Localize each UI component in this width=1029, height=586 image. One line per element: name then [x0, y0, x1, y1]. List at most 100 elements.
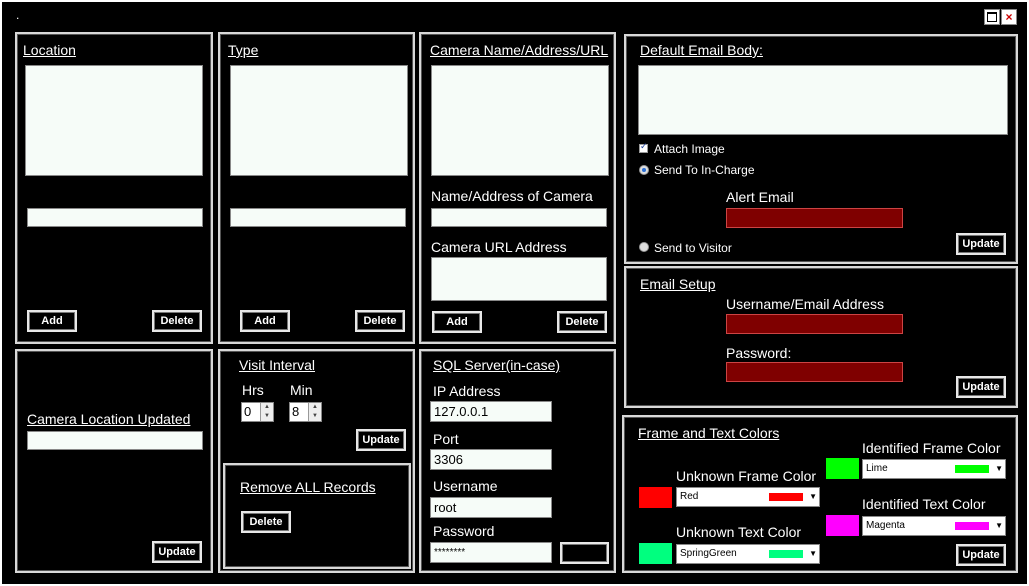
- min-stepper[interactable]: 8 ▲ ▼: [289, 402, 322, 422]
- visit-interval-panel: Visit Interval Hrs Min 0 ▲ ▼ 8 ▲ ▼ Updat…: [218, 349, 415, 573]
- sql-username-input[interactable]: root: [430, 497, 552, 518]
- email-password-input[interactable]: [726, 362, 903, 382]
- unknown-text-label: Unknown Text Color: [676, 524, 802, 540]
- send-visitor-label: Send to Visitor: [654, 241, 732, 255]
- unknown-frame-swatch: [639, 487, 672, 508]
- email-body-textarea[interactable]: [638, 65, 1008, 135]
- chevron-down-icon[interactable]: ▼: [809, 545, 817, 563]
- attach-image-checkbox[interactable]: ✓: [639, 141, 648, 153]
- ip-input[interactable]: 127.0.0.1: [430, 401, 552, 422]
- unknown-text-select[interactable]: SpringGreen ▼: [676, 544, 820, 564]
- camera-location-update-button[interactable]: Update: [152, 541, 202, 563]
- hrs-down-icon[interactable]: ▼: [260, 412, 273, 421]
- port-input[interactable]: 3306: [430, 449, 552, 470]
- send-visitor-radio[interactable]: [639, 242, 649, 252]
- alert-email-label: Alert Email: [726, 189, 794, 205]
- type-input[interactable]: [230, 208, 406, 227]
- chevron-down-icon[interactable]: ▼: [809, 488, 817, 506]
- remove-records-title: Remove ALL Records: [240, 479, 376, 495]
- location-add-button[interactable]: Add: [27, 310, 77, 332]
- email-setup-update-button[interactable]: Update: [956, 376, 1006, 398]
- camera-name-input[interactable]: [431, 208, 607, 227]
- email-body-panel: Default Email Body: ✓ Attach Image Send …: [624, 34, 1018, 264]
- identified-frame-select[interactable]: Lime ▼: [862, 459, 1006, 479]
- type-panel: Type Add Delete: [218, 32, 415, 344]
- sql-password-label: Password: [433, 523, 495, 539]
- unknown-frame-value: Red: [680, 491, 699, 502]
- type-delete-button[interactable]: Delete: [355, 310, 405, 332]
- unknown-text-swatch: [639, 543, 672, 564]
- location-input[interactable]: [27, 208, 203, 227]
- visit-interval-title: Visit Interval: [239, 357, 315, 373]
- identified-text-label: Identified Text Color: [862, 496, 986, 512]
- type-list[interactable]: [230, 65, 408, 176]
- min-up-icon[interactable]: ▲: [308, 403, 321, 412]
- identified-text-select[interactable]: Magenta ▼: [862, 516, 1006, 536]
- location-panel: Location Add Delete: [15, 32, 213, 344]
- alert-email-input[interactable]: [726, 208, 903, 228]
- sql-title: SQL Server(in-case): [433, 357, 561, 373]
- camera-url-input[interactable]: [431, 257, 607, 301]
- main-window: . × Location Add Delete Type Add Delete …: [0, 0, 1029, 586]
- identified-text-value: Magenta: [866, 520, 905, 531]
- camera-add-button[interactable]: Add: [432, 311, 482, 333]
- sql-panel: SQL Server(in-case) IP Address 127.0.0.1…: [419, 349, 616, 573]
- identified-frame-label: Identified Frame Color: [862, 440, 1001, 456]
- attach-image-label: Attach Image: [654, 142, 725, 156]
- window-restore-icon[interactable]: [984, 9, 1000, 25]
- type-add-button[interactable]: Add: [240, 310, 290, 332]
- email-setup-title: Email Setup: [640, 276, 716, 292]
- min-value: 8: [292, 404, 300, 419]
- location-title: Location: [23, 42, 76, 58]
- remove-records-delete-button[interactable]: Delete: [241, 511, 291, 533]
- sql-password-input[interactable]: ********: [430, 542, 552, 563]
- colors-panel: Frame and Text Colors Unknown Frame Colo…: [622, 415, 1018, 573]
- min-down-icon[interactable]: ▼: [308, 412, 321, 421]
- hrs-value: 0: [244, 404, 252, 419]
- sql-username-label: Username: [433, 478, 498, 494]
- hrs-stepper[interactable]: 0 ▲ ▼: [241, 402, 274, 422]
- colors-title: Frame and Text Colors: [638, 425, 780, 441]
- email-username-input[interactable]: [726, 314, 903, 334]
- camera-location-panel: Camera Location Updated Update: [15, 349, 213, 573]
- visit-interval-update-button[interactable]: Update: [356, 429, 406, 451]
- colors-update-button[interactable]: Update: [956, 544, 1006, 566]
- hrs-label: Hrs: [242, 382, 264, 398]
- camera-location-input[interactable]: [27, 431, 203, 450]
- ip-label: IP Address: [433, 383, 501, 399]
- type-title: Type: [228, 42, 259, 58]
- send-incharge-label: Send To In-Charge: [654, 163, 755, 177]
- identified-text-chip: [955, 522, 989, 530]
- camera-name-label: Name/Address of Camera: [431, 188, 593, 204]
- email-body-title: Default Email Body:: [640, 42, 763, 58]
- unknown-frame-select[interactable]: Red ▼: [676, 487, 820, 507]
- camera-panel: Camera Name/Address/URL Name/Address of …: [419, 32, 616, 344]
- identified-text-swatch: [826, 515, 859, 536]
- camera-url-label: Camera URL Address: [431, 239, 567, 255]
- chevron-down-icon[interactable]: ▼: [995, 460, 1003, 478]
- send-incharge-radio[interactable]: [639, 165, 649, 175]
- unknown-text-value: SpringGreen: [680, 548, 737, 559]
- camera-delete-button[interactable]: Delete: [557, 311, 607, 333]
- unknown-frame-label: Unknown Frame Color: [676, 468, 817, 484]
- hrs-up-icon[interactable]: ▲: [260, 403, 273, 412]
- email-body-update-button[interactable]: Update: [956, 233, 1006, 255]
- port-label: Port: [433, 431, 459, 447]
- sql-save-button[interactable]: [560, 542, 609, 564]
- camera-list[interactable]: [431, 65, 609, 176]
- checkmark-icon: ✓: [640, 141, 648, 151]
- identified-frame-chip: [955, 465, 989, 473]
- remove-records-panel: Remove ALL Records Delete: [223, 463, 411, 569]
- identified-frame-swatch: [826, 458, 859, 479]
- close-icon[interactable]: ×: [1001, 9, 1017, 25]
- location-list[interactable]: [25, 65, 203, 176]
- chevron-down-icon[interactable]: ▼: [995, 517, 1003, 535]
- location-delete-button[interactable]: Delete: [152, 310, 202, 332]
- unknown-text-chip: [769, 550, 803, 558]
- email-setup-panel: Email Setup Username/Email Address Passw…: [624, 266, 1018, 408]
- identified-frame-value: Lime: [866, 463, 888, 474]
- camera-title: Camera Name/Address/URL: [430, 42, 609, 58]
- unknown-frame-chip: [769, 493, 803, 501]
- camera-location-label: Camera Location Updated: [27, 411, 191, 427]
- window-title: .: [16, 8, 20, 22]
